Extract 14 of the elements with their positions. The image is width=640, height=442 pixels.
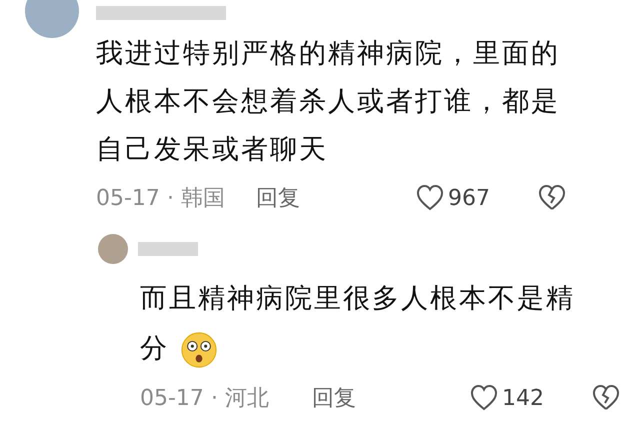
broken-heart-icon[interactable]	[538, 184, 566, 212]
broken-heart-icon[interactable]	[592, 384, 620, 412]
surprised-face-icon	[180, 330, 218, 369]
comment-date-location: 05-17 · 韩国	[96, 185, 226, 213]
heart-icon[interactable]	[416, 184, 444, 212]
reply-link[interactable]: 回复	[256, 183, 300, 213]
reply-link[interactable]: 回复	[312, 383, 356, 413]
reply-text: 而且精神病院里很多人根本不是精分	[140, 274, 600, 374]
comment-date-location: 05-17 · 河北	[140, 385, 270, 413]
like-count: 967	[448, 186, 490, 210]
like-count: 142	[502, 386, 544, 410]
blurred-username	[138, 242, 198, 256]
comment-text: 我进过特别严格的精神病院，里面的人根本不会想着杀人或者打谁，都是自己发呆或者聊天	[96, 37, 561, 167]
heart-icon[interactable]	[470, 384, 498, 412]
